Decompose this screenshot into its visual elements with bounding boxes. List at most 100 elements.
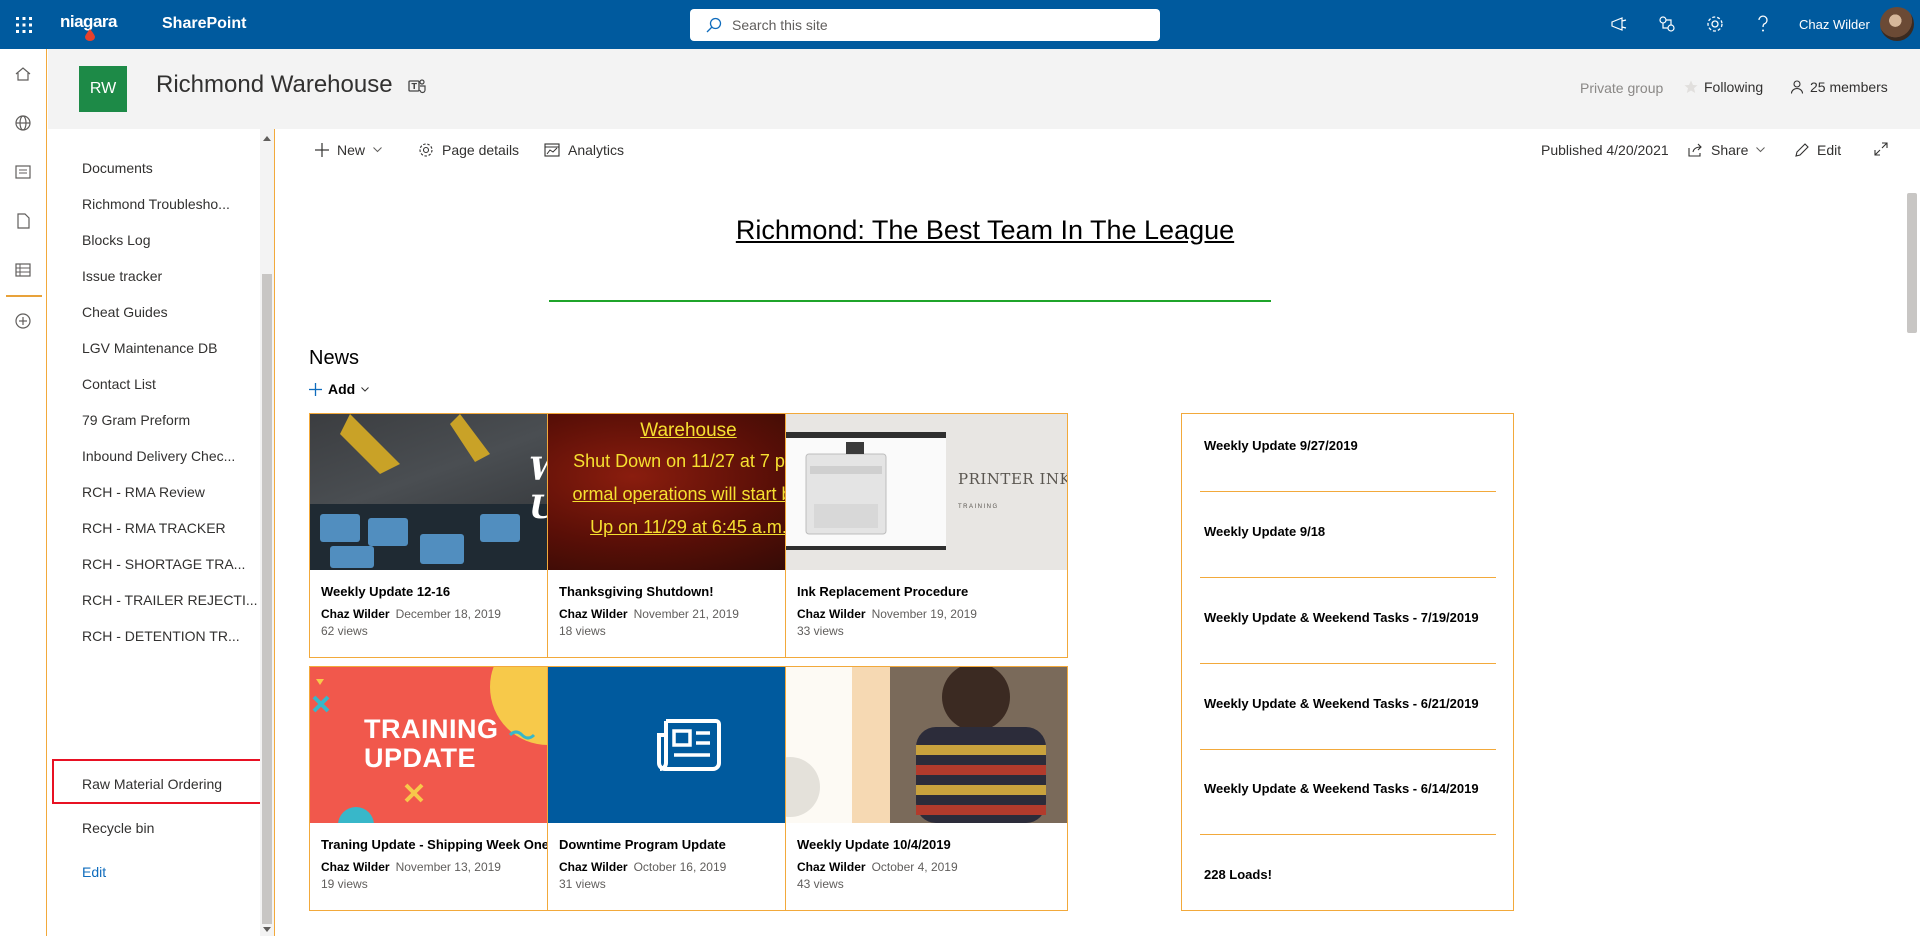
svg-text:T: T [412,82,418,91]
expand-icon[interactable] [1874,142,1888,156]
thumbnail-subtext: TRAINING [958,504,999,510]
page-content: New Page details Analytics Published 4/2… [274,129,1920,936]
search-input[interactable] [732,17,1132,33]
nav-item-rma-tracker[interactable]: RCH - RMA TRACKER [82,520,226,536]
news-card-meta: Chaz Wilder November 21, 2019 [559,607,739,621]
nav-item-79-gram-preform[interactable]: 79 Gram Preform [82,412,190,428]
analytics-button[interactable]: Analytics [544,142,624,158]
user-avatar[interactable] [1880,7,1914,41]
news-card-title[interactable]: Downtime Program Update [559,837,726,852]
news-list-item[interactable]: Weekly Update & Weekend Tasks - 6/21/201… [1204,696,1479,711]
following-label: Following [1704,79,1764,95]
site-title[interactable]: Richmond Warehouse [156,71,393,99]
page-details-button[interactable]: Page details [418,142,519,158]
site-logo[interactable]: RW [79,66,127,112]
megaphone-icon[interactable] [1609,14,1629,34]
pencil-icon [1795,143,1809,157]
globe-icon[interactable] [12,112,34,134]
scroll-up-arrow-icon[interactable] [261,133,273,143]
following-button[interactable]: Following [1684,79,1763,95]
members-label: 25 members [1810,79,1888,95]
thumbnail-line: UPDATE [364,743,477,773]
published-status: Published 4/20/2021 [1541,142,1669,158]
news-list-divider [1200,834,1496,835]
news-card-author: Chaz Wilder [559,860,628,874]
news-card-title[interactable]: Traning Update - Shipping Week One [321,837,549,852]
news-thumbnail: PRINTER INK TRAINING [786,414,1067,570]
news-thumbnail [786,667,1067,823]
nav-item-richmond-troubleshooting[interactable]: Richmond Troublesho... [82,196,230,212]
edit-button[interactable]: Edit [1795,142,1841,158]
page-scrollbar-thumb[interactable] [1907,193,1917,333]
plus-icon [315,143,329,157]
app-name[interactable]: SharePoint [162,15,246,33]
app-launcher-icon[interactable] [0,0,48,49]
news-card-date: December 18, 2019 [395,607,501,621]
site-header: RW Richmond Warehouse T Private group Fo… [48,49,1920,129]
news-list: Weekly Update 9/27/2019 Weekly Update 9/… [1181,413,1514,911]
news-list-item[interactable]: Weekly Update 9/27/2019 [1204,438,1358,453]
gear-icon [419,143,433,157]
news-list-item[interactable]: 228 Loads! [1204,867,1272,882]
news-list-item[interactable]: Weekly Update 9/18 [1204,524,1325,539]
news-card-title[interactable]: Thanksgiving Shutdown! [559,584,714,599]
news-list-item[interactable]: Weekly Update & Weekend Tasks - 7/19/201… [1204,610,1479,625]
nav-item-contact-list[interactable]: Contact List [82,376,156,392]
nav-item-inbound-delivery[interactable]: Inbound Delivery Chec... [82,448,235,464]
sharepoint-share-icon[interactable] [1657,14,1677,34]
gear-icon[interactable] [1705,14,1725,34]
left-navigation: Documents Richmond Troublesho... Blocks … [48,129,274,936]
share-button[interactable]: Share [1688,142,1766,158]
news-card-meta: Chaz Wilder October 16, 2019 [559,860,726,874]
news-card-views: 43 views [797,877,844,891]
nav-edit-link[interactable]: Edit [82,864,106,880]
newspaper-icon [656,719,721,771]
news-card[interactable]: Weekly Update 10/4/2019 Chaz Wilder Octob… [785,666,1068,911]
news-card-date: October 16, 2019 [633,860,727,874]
thumbnail-text: PRINTER INK [958,470,1067,488]
news-card-meta: Chaz Wilder December 18, 2019 [321,607,501,621]
teams-icon[interactable]: T [408,77,426,95]
nav-item-shortage-tracker[interactable]: RCH - SHORTAGE TRA... [82,556,245,572]
news-card-title[interactable]: Ink Replacement Procedure [797,584,968,599]
news-card-author: Chaz Wilder [559,607,628,621]
nav-item-cheat-guides[interactable]: Cheat Guides [82,304,168,320]
scroll-down-arrow-icon[interactable] [261,924,273,934]
file-icon[interactable] [12,210,34,232]
news-card-views: 62 views [321,624,368,638]
nav-item-detention-tracker[interactable]: RCH - DETENTION TR... [82,628,240,644]
nav-item-issue-tracker[interactable]: Issue tracker [82,268,162,284]
news-card-title[interactable]: Weekly Update 10/4/2019 [797,837,951,852]
news-card-title[interactable]: Weekly Update 12-16 [321,584,450,599]
create-add-icon[interactable] [12,310,34,332]
news-card-meta: Chaz Wilder November 13, 2019 [321,860,501,874]
help-icon[interactable] [1753,14,1773,34]
nav-item-rma-review[interactable]: RCH - RMA Review [82,484,205,500]
page-title: Richmond: The Best Team In The League [735,215,1235,245]
add-news-button[interactable]: Add [309,381,370,397]
search-box[interactable] [690,9,1160,41]
user-name[interactable]: Chaz Wilder [1799,17,1870,32]
nav-item-documents[interactable]: Documents [82,160,153,176]
new-button[interactable]: New [315,142,382,158]
members-button[interactable]: 25 members [1790,79,1888,95]
lists-icon[interactable] [12,259,34,281]
nav-item-trailer-rejection[interactable]: RCH - TRAILER REJECTI... [82,592,258,608]
nav-item-blocks-log[interactable]: Blocks Log [82,232,150,248]
command-bar: New Page details Analytics Published 4/2… [275,129,1920,173]
nav-scrollbar-thumb[interactable] [262,274,272,924]
brand-logo[interactable]: niagara [60,8,130,42]
nav-item-lgv-maintenance-db[interactable]: LGV Maintenance DB [82,340,217,356]
nav-item-recycle-bin[interactable]: Recycle bin [82,820,154,836]
nav-item-raw-material-ordering[interactable]: Raw Material Ordering [82,776,222,792]
news-icon[interactable] [12,161,34,183]
privacy-label: Private group [1580,80,1664,96]
chevron-down-icon [1756,147,1766,153]
news-list-item[interactable]: Weekly Update & Weekend Tasks - 6/14/201… [1204,781,1479,796]
news-card-views: 31 views [559,877,606,891]
news-card-author: Chaz Wilder [321,860,390,874]
home-icon[interactable] [12,63,34,85]
news-card-author: Chaz Wilder [321,607,390,621]
news-card-views: 18 views [559,624,606,638]
news-card[interactable]: PRINTER INK TRAINING Ink Replacement Pro… [785,413,1068,658]
